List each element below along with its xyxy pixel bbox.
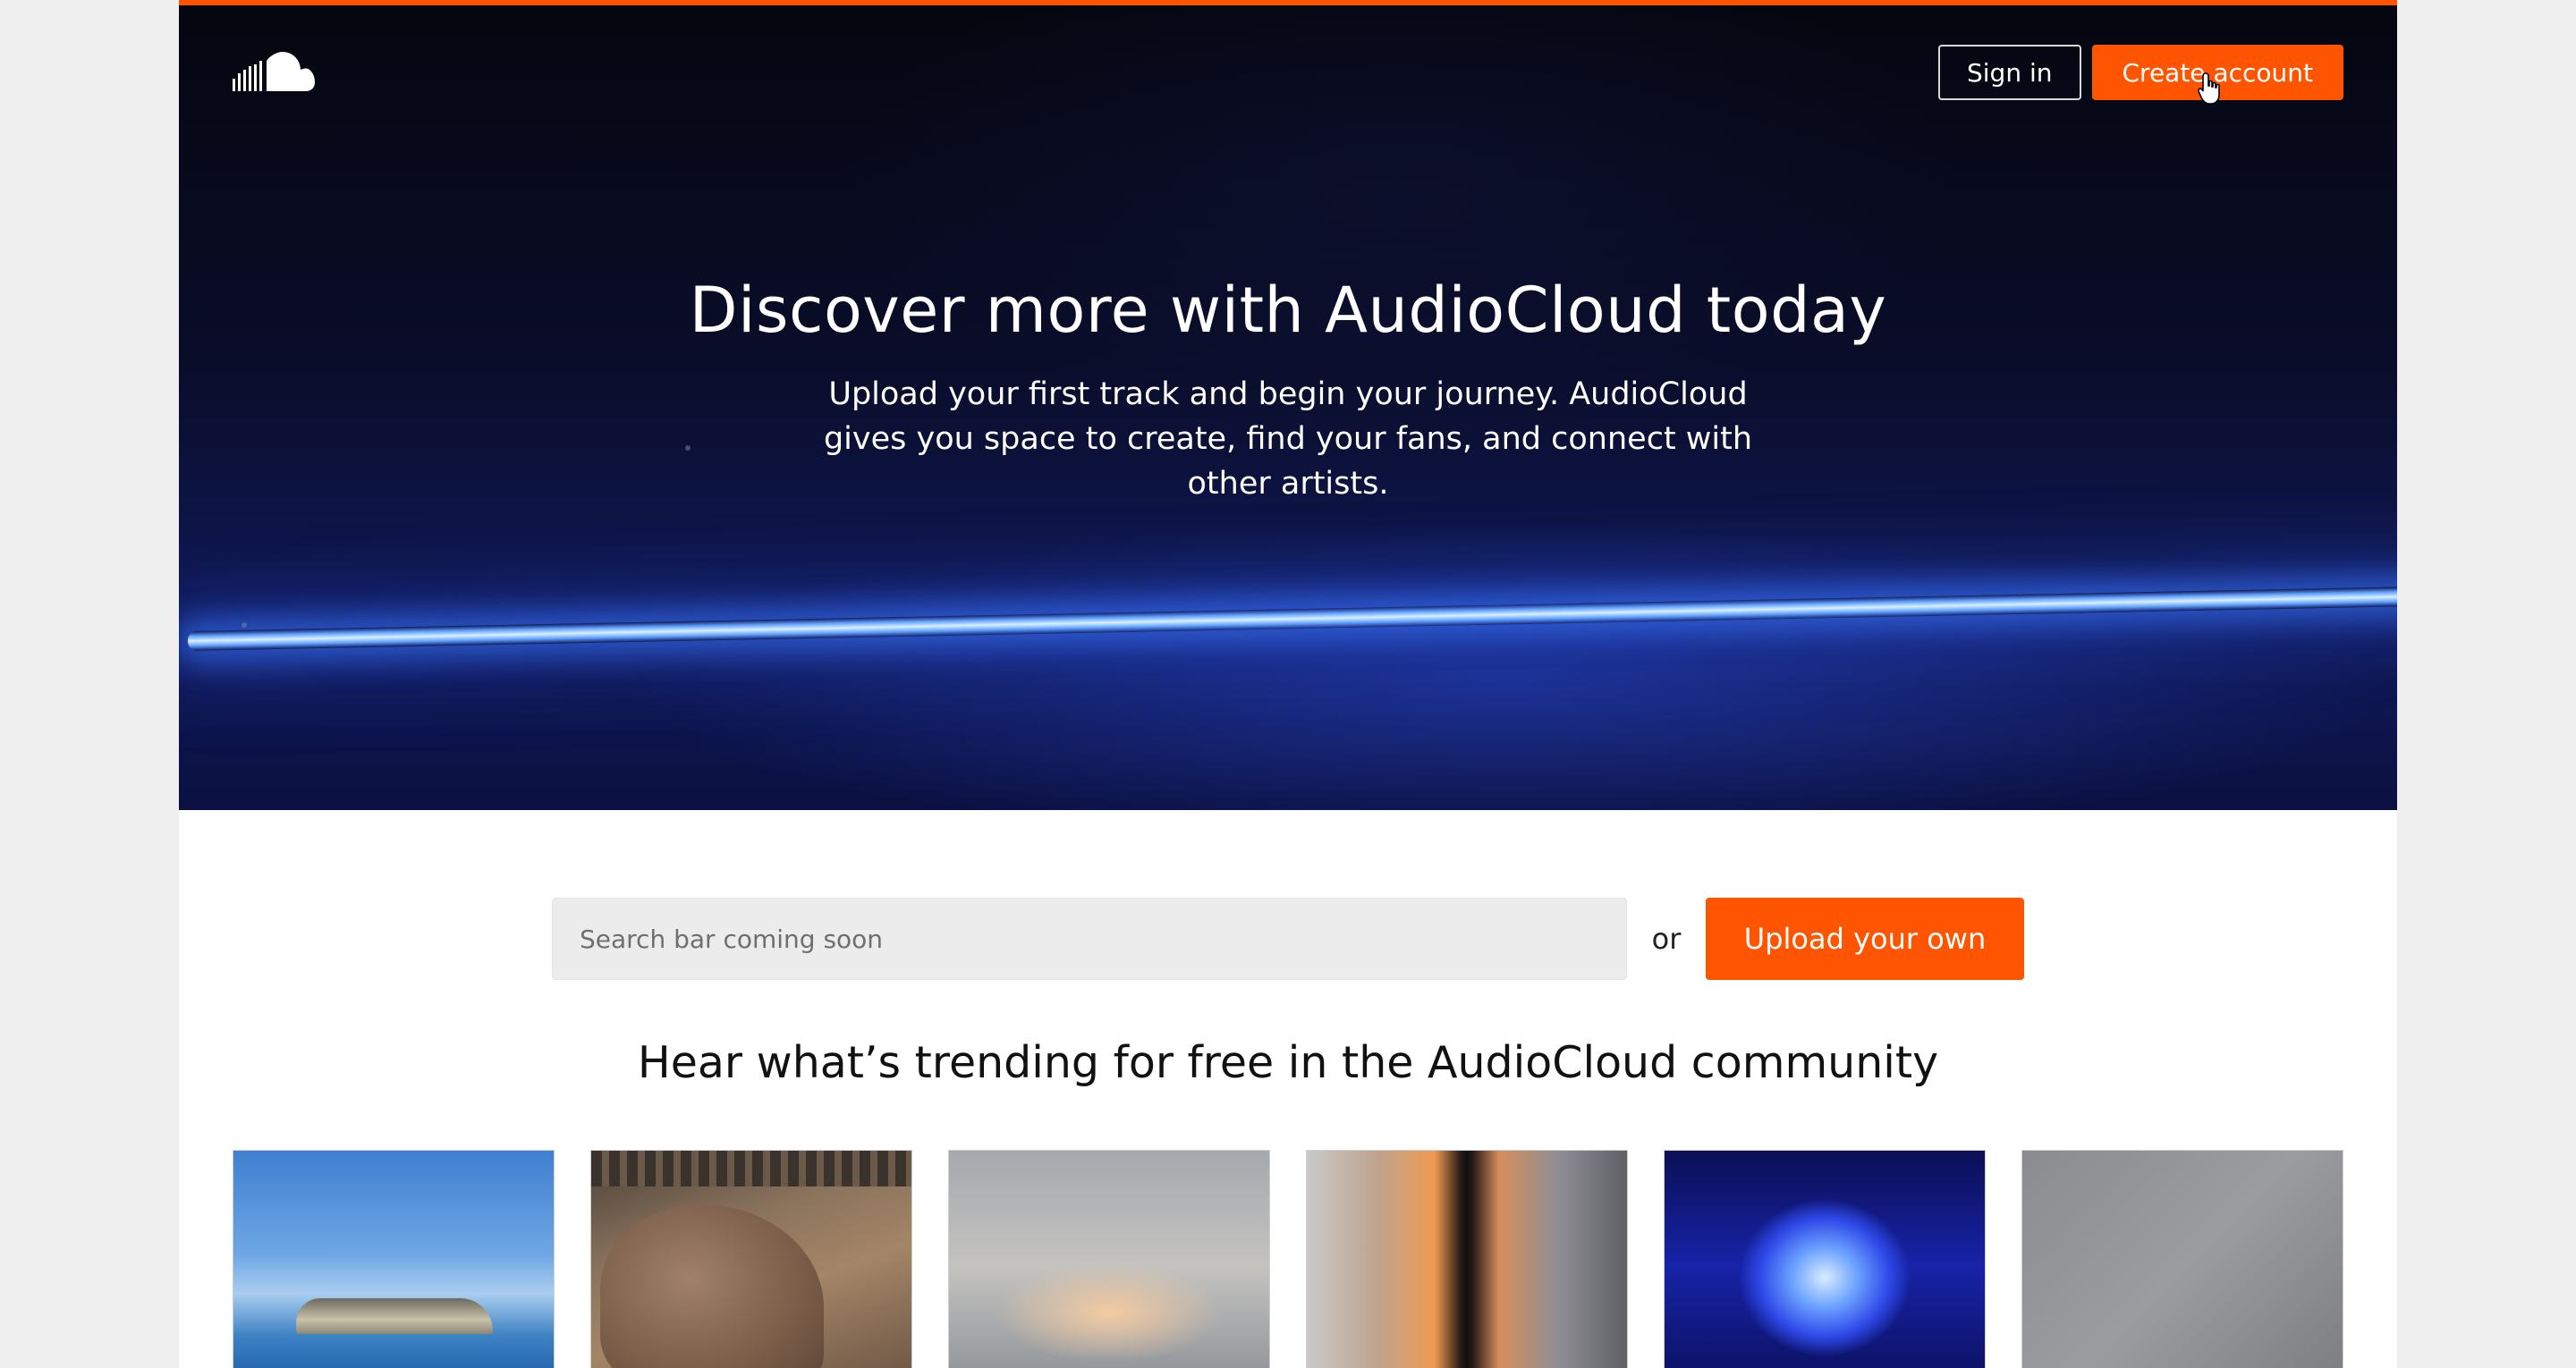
- landing-page: Sign in Create account Discover more wit…: [179, 0, 2397, 1368]
- trending-tile-sunset[interactable]: [1306, 1150, 1628, 1368]
- trending-tile-blue-light[interactable]: [1664, 1150, 1986, 1368]
- or-separator: or: [1651, 922, 1682, 956]
- island-sea-artwork: [296, 1298, 493, 1334]
- hero-subtitle: Upload your first track and begin your j…: [823, 376, 1753, 502]
- search-row: or Upload your own: [552, 898, 2024, 980]
- header-actions: Sign in Create account: [1938, 45, 2343, 105]
- create-account-button[interactable]: Create account: [2091, 45, 2343, 105]
- hero-banner: Sign in Create account Discover more wit…: [179, 0, 2397, 810]
- audiocloud-cloud-logo-icon[interactable]: [233, 52, 315, 95]
- trending-tile-island[interactable]: [233, 1150, 555, 1368]
- trending-tile-gray[interactable]: [2021, 1150, 2343, 1368]
- trending-title: Hear what’s trending for free in the Aud…: [637, 1037, 1939, 1088]
- hero-light-beam: [187, 584, 2397, 651]
- hand-pointer-cursor-icon: [2197, 72, 2220, 105]
- hero-speck: [685, 445, 691, 451]
- hero-title: Discover more with AudioCloud today: [689, 274, 1887, 347]
- sign-in-button[interactable]: Sign in: [1938, 45, 2081, 100]
- shelter-roof: [591, 1151, 911, 1186]
- trending-tiles: [233, 1150, 2343, 1368]
- search-input[interactable]: [552, 898, 1627, 980]
- trending-tile-clouds[interactable]: [948, 1150, 1270, 1368]
- hero-speck: [242, 622, 247, 628]
- trending-tile-elephant[interactable]: [590, 1150, 912, 1368]
- upload-your-own-button[interactable]: Upload your own: [1706, 898, 2024, 980]
- elephant-artwork: [600, 1204, 824, 1368]
